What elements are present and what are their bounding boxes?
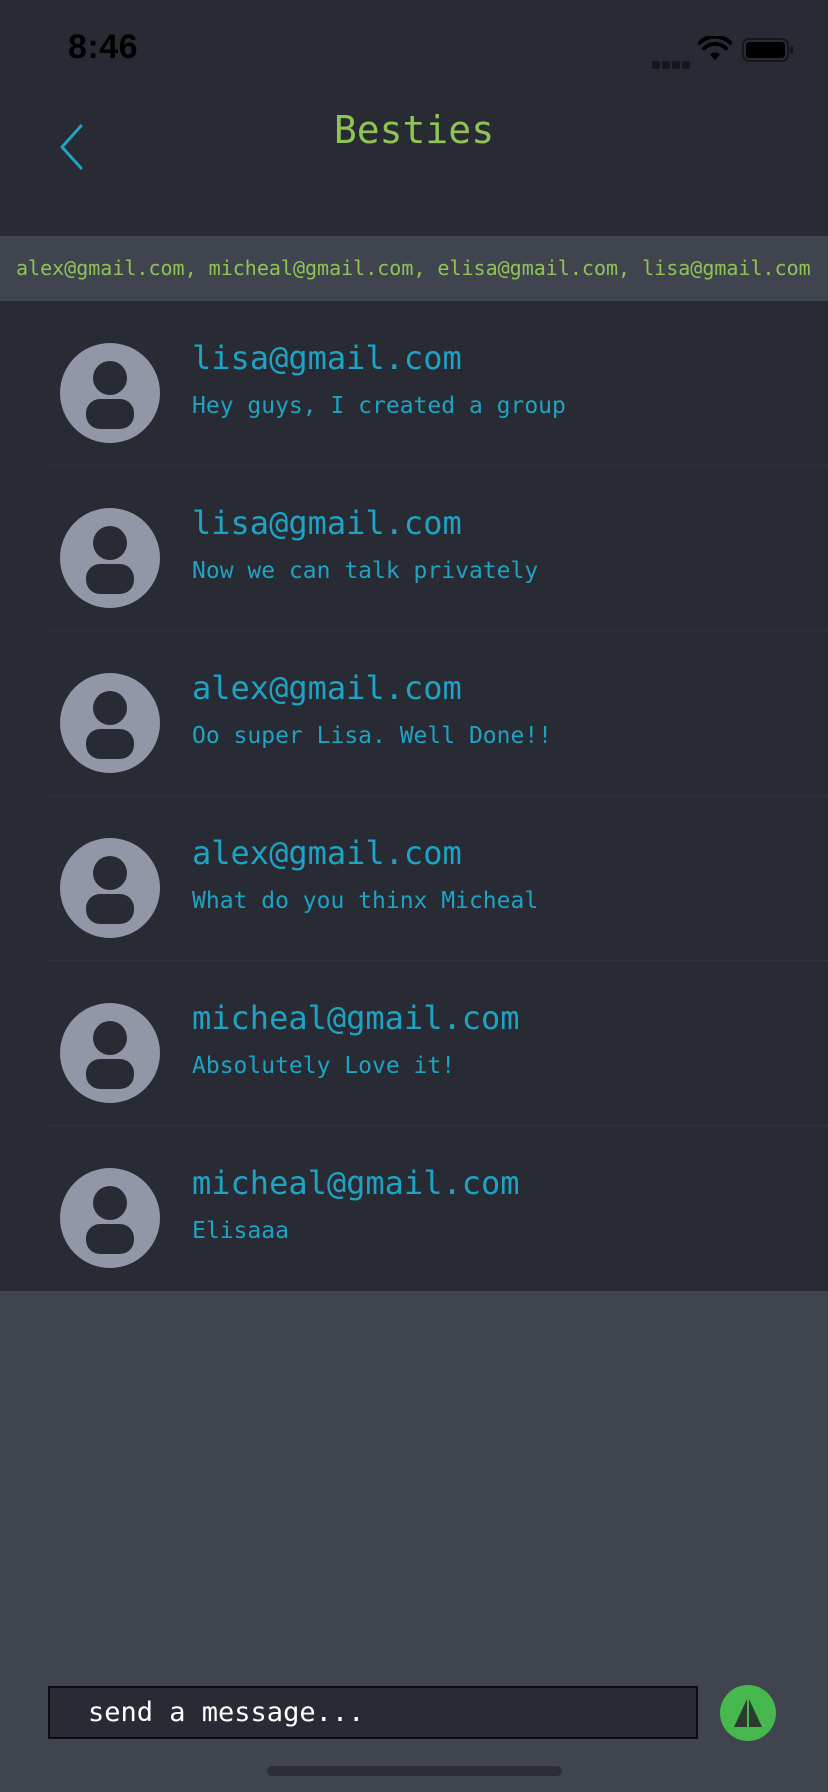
message-text: Hey guys, I created a group xyxy=(192,393,566,419)
avatar xyxy=(60,838,160,938)
wifi-icon xyxy=(698,36,732,60)
message-row: micheal@gmail.com Absolutely Love it! xyxy=(0,961,828,1126)
send-button[interactable] xyxy=(720,1685,776,1741)
message-text: Elisaaa xyxy=(192,1218,289,1244)
message-list[interactable]: lisa@gmail.com Hey guys, I created a gro… xyxy=(0,301,828,1291)
message-input[interactable] xyxy=(50,1688,696,1737)
message-text: Absolutely Love it! xyxy=(192,1053,456,1079)
user-icon xyxy=(86,691,134,759)
home-indicator xyxy=(267,1766,562,1776)
message-sender: micheal@gmail.com xyxy=(192,999,520,1037)
message-text: Now we can talk privately xyxy=(192,558,539,584)
message-row: alex@gmail.com What do you thinx Micheal xyxy=(0,796,828,961)
message-row: alex@gmail.com Oo super Lisa. Well Done!… xyxy=(0,631,828,796)
send-icon xyxy=(734,1697,762,1727)
avatar xyxy=(60,1003,160,1103)
page-title: Besties xyxy=(333,108,495,152)
group-members-list: alex@gmail.com, micheal@gmail.com, elisa… xyxy=(16,256,811,280)
user-icon xyxy=(86,856,134,924)
message-sender: micheal@gmail.com xyxy=(192,1164,520,1202)
navigation-bar: Besties xyxy=(0,90,828,236)
status-time: 8:46 xyxy=(68,28,139,66)
user-icon xyxy=(86,1186,134,1254)
message-sender: alex@gmail.com xyxy=(192,834,462,872)
avatar xyxy=(60,673,160,773)
user-icon xyxy=(86,361,134,429)
message-sender: lisa@gmail.com xyxy=(192,339,462,377)
user-icon xyxy=(86,526,134,594)
message-row: micheal@gmail.com Elisaaa xyxy=(0,1126,828,1291)
status-bar: 8:46 xyxy=(0,0,828,90)
message-sender: alex@gmail.com xyxy=(192,669,462,707)
avatar xyxy=(60,343,160,443)
message-row: lisa@gmail.com Hey guys, I created a gro… xyxy=(0,301,828,466)
message-row: lisa@gmail.com Now we can talk privately xyxy=(0,466,828,631)
avatar xyxy=(60,1168,160,1268)
chat-screen: 8:46 Besties alex@gmail.com, micheal@gma… xyxy=(0,0,828,1792)
avatar xyxy=(60,508,160,608)
message-composer xyxy=(48,1686,698,1739)
message-sender: lisa@gmail.com xyxy=(192,504,462,542)
signal-icon xyxy=(652,54,692,69)
message-text: Oo super Lisa. Well Done!! xyxy=(192,723,553,749)
user-icon xyxy=(86,1021,134,1089)
battery-icon xyxy=(742,38,793,62)
group-members-bar: alex@gmail.com, micheal@gmail.com, elisa… xyxy=(0,236,828,301)
message-text: What do you thinx Micheal xyxy=(192,888,539,914)
